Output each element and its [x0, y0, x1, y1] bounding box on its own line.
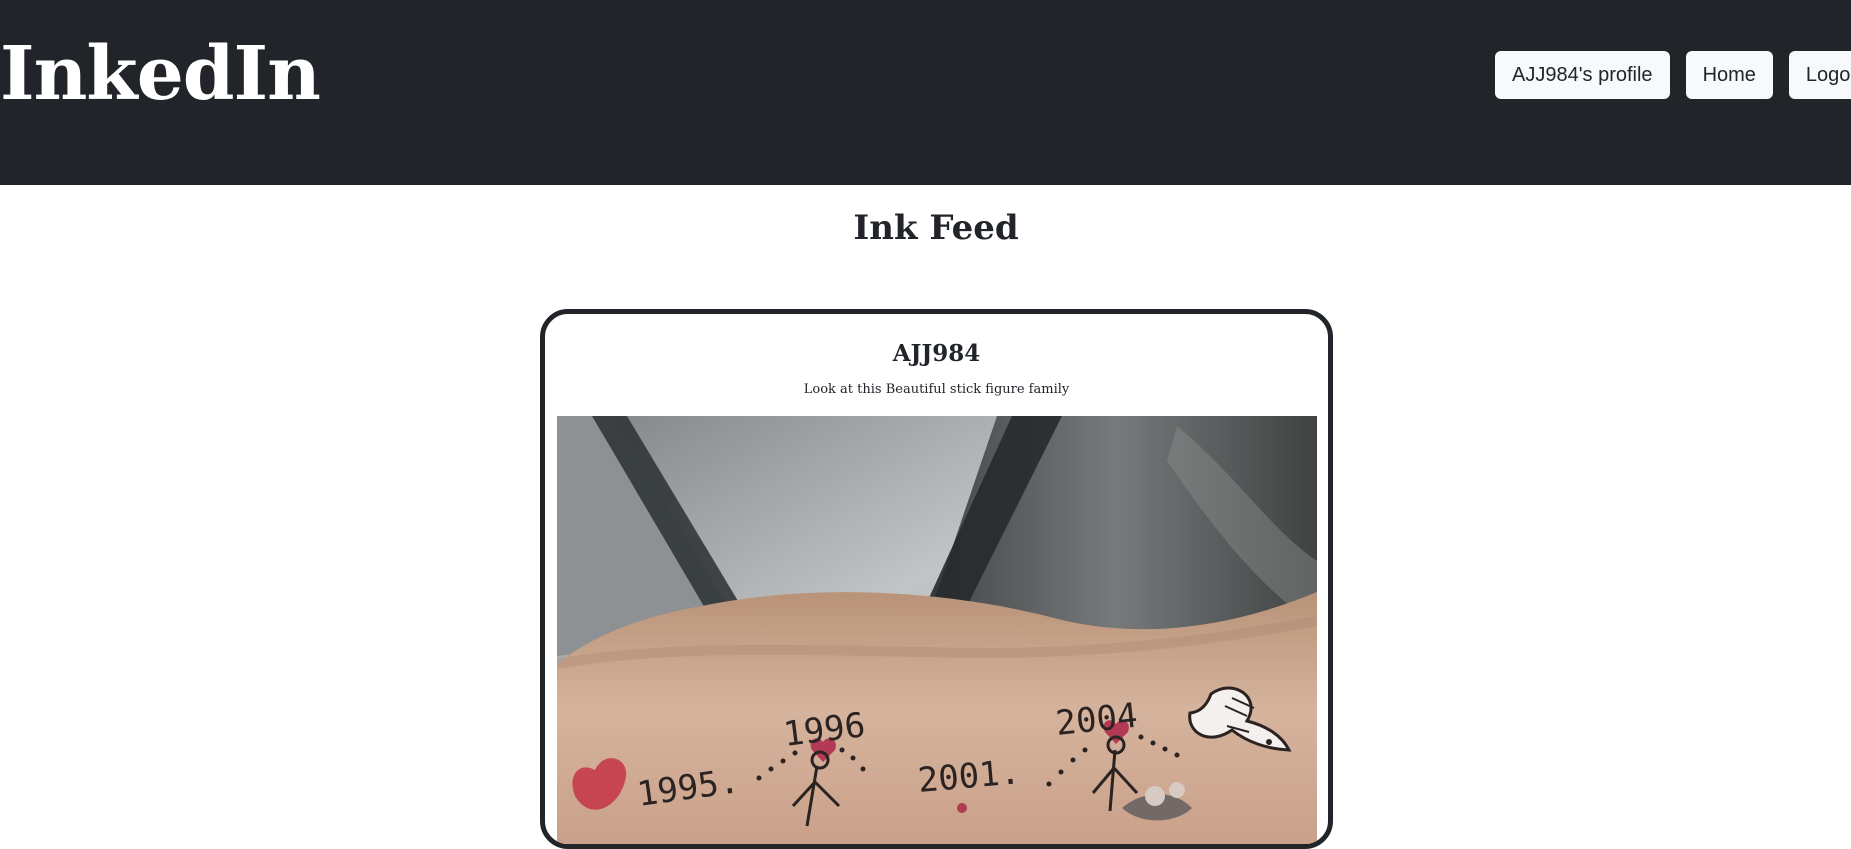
profile-button[interactable]: AJJ984's profile [1495, 51, 1670, 99]
tiny-heart-dot [957, 803, 967, 813]
home-button[interactable]: Home [1685, 51, 1773, 99]
post-card: AJJ984 Look at this Beautiful stick figu… [540, 309, 1333, 849]
post-caption: Look at this Beautiful stick figure fami… [803, 382, 1070, 397]
logout-button[interactable]: Logout [1788, 51, 1851, 99]
page-title: Ink Feed [853, 208, 1019, 248]
tattoo-year-2004: 2004 [1054, 696, 1140, 744]
navbar: InkedIn AJJ984's profile Home Logout [0, 0, 1851, 185]
nav-actions: AJJ984's profile Home Logout [1495, 51, 1851, 99]
post-username: AJJ984 [892, 340, 981, 367]
brand-logo-text[interactable]: InkedIn [0, 30, 321, 118]
post-image: 1995. 1996 2001. 2004 [557, 416, 1317, 844]
